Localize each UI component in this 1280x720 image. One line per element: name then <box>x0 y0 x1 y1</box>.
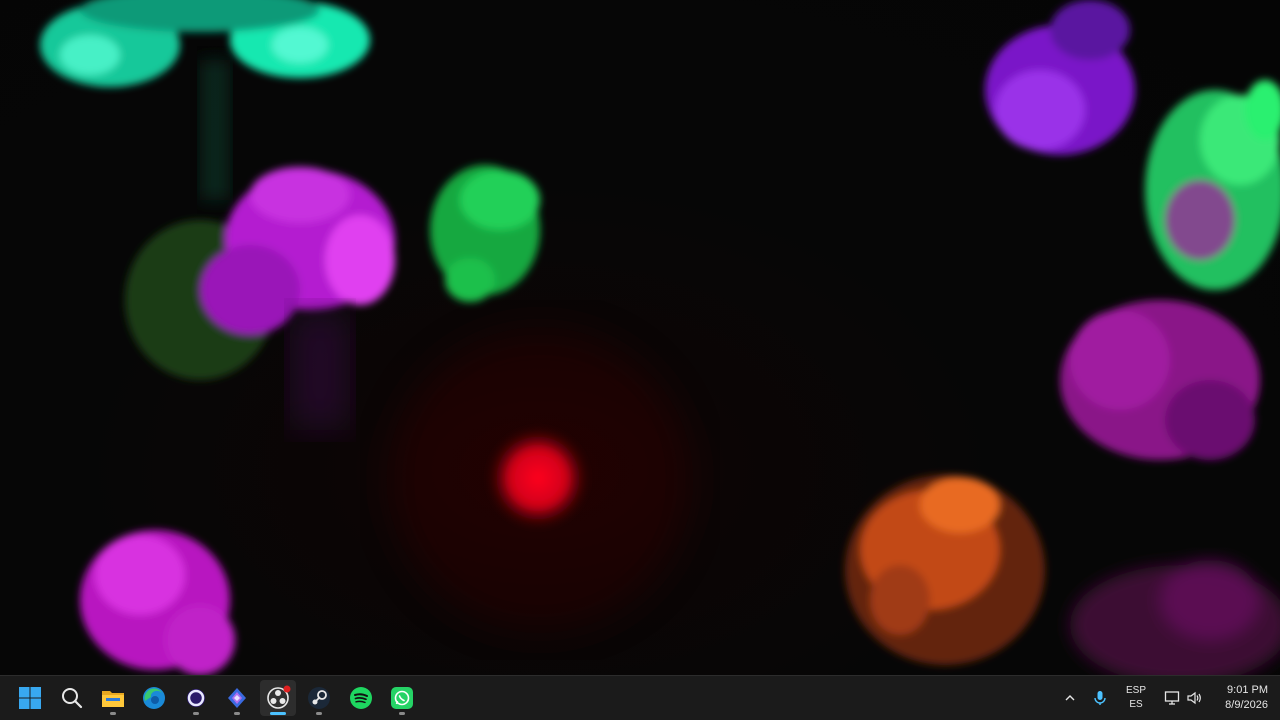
dim-magenta-smoke-blob <box>1070 560 1280 675</box>
steam-button[interactable] <box>301 680 337 716</box>
clock-time: 9:01 PM <box>1227 684 1268 696</box>
input-language-button[interactable]: ESP ES <box>1118 676 1154 720</box>
edge-button[interactable] <box>136 680 172 716</box>
spotify-button[interactable] <box>343 680 379 716</box>
red-glow-orb <box>486 426 590 530</box>
diamond-app-icon <box>228 688 246 708</box>
obs-button[interactable] <box>260 680 296 716</box>
cortana-button[interactable] <box>178 680 214 716</box>
language-code: ESP <box>1125 685 1146 696</box>
running-indicator <box>316 712 322 715</box>
network-icon <box>1164 691 1180 705</box>
recording-badge <box>283 685 291 693</box>
green-magenta-smoke-blob <box>1145 80 1280 290</box>
violet-smoke-blob <box>985 0 1135 155</box>
ring-icon <box>187 689 205 707</box>
obs-icon <box>267 685 291 709</box>
running-indicator-active <box>270 712 286 715</box>
quick-settings-button[interactable] <box>1160 676 1206 720</box>
wallpaper-art <box>40 0 1280 675</box>
volume-icon <box>1187 691 1201 705</box>
edge-browser-icon <box>143 687 165 709</box>
whatsapp-button[interactable] <box>384 680 420 716</box>
orange-smoke-blob <box>845 475 1045 665</box>
windows-logo-icon <box>19 687 41 709</box>
diamond-app-button[interactable] <box>219 680 255 716</box>
taskbar: ESP ES 9:01 PM 8/9/2026 <box>0 675 1280 720</box>
running-indicator <box>399 712 405 715</box>
microphone-icon <box>1094 691 1106 705</box>
clock-date: 8/9/2026 <box>1225 699 1268 711</box>
running-indicator <box>110 712 116 715</box>
search-icon <box>62 688 83 709</box>
folder-icon <box>102 691 124 707</box>
pink-smoke-blob <box>80 530 235 675</box>
whatsapp-icon <box>391 687 413 709</box>
spotify-icon <box>350 687 372 709</box>
search-button[interactable] <box>54 680 90 716</box>
running-indicator <box>234 712 240 715</box>
magenta-smoke-blob <box>1060 300 1260 460</box>
microphone-button[interactable] <box>1088 676 1112 720</box>
show-hidden-icons-button[interactable] <box>1058 676 1082 720</box>
green-smoke-blob <box>430 165 540 302</box>
steam-icon <box>308 687 330 709</box>
file-explorer-button[interactable] <box>95 680 131 716</box>
keyboard-layout-code: ES <box>1129 699 1143 710</box>
chevron-up-icon <box>1065 695 1075 701</box>
running-indicator <box>193 712 199 715</box>
start-button[interactable] <box>12 680 48 716</box>
purple-smoke-blob <box>125 167 395 380</box>
clock-button[interactable]: 9:01 PM 8/9/2026 <box>1210 676 1268 720</box>
desktop-wallpaper <box>0 0 1280 675</box>
